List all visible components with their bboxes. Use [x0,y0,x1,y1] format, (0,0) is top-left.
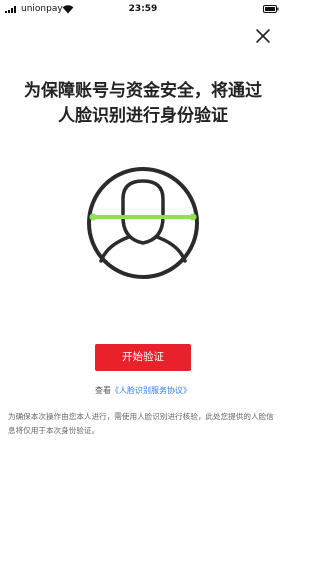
face-scan-icon [87,167,199,279]
agreement-line: 查看《人脸识别服务协议》 [0,385,286,396]
title-line-2: 人脸识别进行身份验证 [58,106,228,126]
close-icon[interactable] [254,27,272,45]
page-title: 为保障账号与资金安全，将通过 人脸识别进行身份验证 [0,79,286,129]
start-verification-button[interactable]: 开始验证 [95,344,191,371]
title-line-1: 为保障账号与资金安全，将通过 [24,81,262,101]
battery-icon [263,5,279,13]
status-bar: unionpay 23:59 [0,0,286,20]
agreement-link[interactable]: 《人脸识别服务协议》 [111,386,191,395]
privacy-notice: 为确保本次操作由您本人进行，需使用人脸识别进行核验，此处您提供的人脸信息将仅用于… [8,412,274,435]
status-time: 23:59 [128,4,158,14]
agreement-prefix: 查看 [95,386,111,395]
